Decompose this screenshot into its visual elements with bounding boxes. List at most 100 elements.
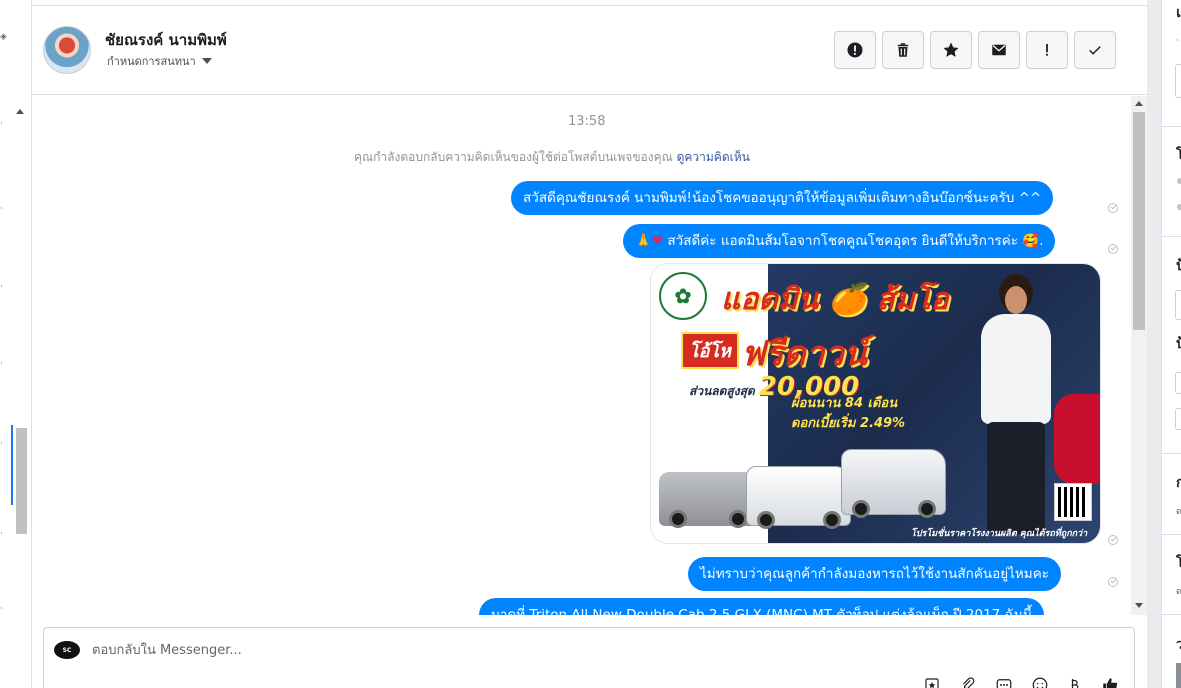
panel-section-heading: ก — [1176, 475, 1181, 491]
dealer-logo: ✿ — [659, 272, 707, 320]
panel-divider — [1162, 453, 1181, 454]
seen-icon — [1108, 203, 1118, 213]
like-icon — [1103, 678, 1118, 688]
panel-section-heading: โ — [1176, 147, 1181, 163]
thread-scrollbar[interactable] — [1131, 96, 1147, 615]
reply-context-notice: คุณกำลังตอบกลับความคิดเห็นของผู้ใช้ต่อโพ… — [354, 148, 750, 167]
payment-icon — [1071, 679, 1079, 688]
panel-text: · — [1176, 36, 1179, 46]
scroll-down-arrow[interactable] — [1135, 603, 1143, 608]
panel-section-heading: โ — [1176, 555, 1181, 571]
seen-icon — [1108, 244, 1118, 254]
layers-icon[interactable]: ◈ — [0, 33, 8, 42]
nav-marker-icon: · — [0, 204, 3, 214]
panel-gap — [1147, 0, 1161, 688]
alert-circle-icon — [847, 42, 863, 58]
panel-field[interactable] — [1175, 290, 1181, 320]
conversation-settings[interactable]: กำหนดการสนทนา — [107, 52, 212, 70]
panel-divider — [1162, 614, 1181, 615]
emoji-suffix: 🥰. — [1022, 233, 1044, 249]
check-icon — [1089, 46, 1101, 55]
reply-input[interactable] — [92, 639, 892, 661]
mark-unread-button[interactable] — [978, 31, 1020, 69]
panel-section-heading: ป้ — [1176, 258, 1181, 274]
panel-field[interactable] — [1175, 372, 1181, 394]
seen-icon — [1108, 577, 1118, 587]
conversation-settings-label: กำหนดการสนทนา — [107, 55, 196, 68]
trash-icon — [897, 43, 909, 57]
promo-interest: ดอกเบี้ยเริ่ม 2.49% — [791, 416, 906, 431]
panel-section-heading: แ — [1176, 5, 1181, 21]
follow-up-button[interactable] — [1026, 31, 1068, 69]
nav-marker-icon: · — [0, 359, 3, 369]
nav-marker-icon: · — [0, 439, 3, 449]
panel-field[interactable] — [1175, 408, 1181, 430]
panel-text: ด — [1176, 507, 1181, 517]
panel-text: ด — [1176, 587, 1181, 597]
qr-code — [1054, 483, 1092, 521]
message-bubble[interactable]: มาดูที่ Triton All New Double Cab 2.5 GL… — [479, 598, 1045, 615]
more-button[interactable] — [994, 675, 1014, 688]
scrollbar-thumb[interactable] — [1133, 112, 1145, 330]
promo-installment: ผ่อนนาน 84 เดือน — [791, 396, 898, 411]
reply-composer: SC — [43, 627, 1135, 688]
more-icon — [996, 679, 1012, 688]
avatar[interactable] — [43, 26, 91, 74]
contact-name[interactable]: ชัยณรงค์ นามพิมพ์ — [105, 28, 227, 52]
panel-field[interactable] — [1175, 64, 1181, 98]
promo-title: แอดมิน 🍊 ส้มโอ — [721, 282, 949, 317]
promo-footer: โปรโมชั่นราคาโรงงานผลิต คุณได้รถที่ถูกกว… — [911, 529, 1088, 539]
panel-divider — [1162, 236, 1181, 237]
mark-done-button[interactable] — [1074, 31, 1116, 69]
attachment-icon — [963, 677, 975, 688]
saved-reply-icon — [925, 678, 939, 688]
promo-person-illustration — [981, 274, 1051, 534]
discount-label: ส่วนลดสูงสุด — [689, 384, 755, 398]
notice-text: คุณกำลังตอบกลับความคิดเห็นของผู้ใช้ต่อโพ… — [354, 150, 673, 164]
panel-radio[interactable] — [1177, 178, 1181, 184]
list-scroll-up-arrow[interactable] — [16, 109, 24, 114]
conversation-pane: ชัยณรงค์ นามพิมพ์ กำหนดการสนทนา 13:58 คุ… — [32, 0, 1147, 688]
promo-image[interactable]: ✿ แอดมิน 🍊 ส้มโอ โอ้โห ฟรีดาวน์ ส่วนลดสู… — [650, 263, 1101, 544]
panel-section-heading: ป้ — [1176, 336, 1181, 352]
scroll-up-arrow[interactable] — [1135, 101, 1143, 106]
attachment-button[interactable] — [958, 675, 978, 688]
promo-badge: โอ้โห — [681, 332, 740, 369]
left-nav-strip: ◈ · · · · · · · — [0, 0, 32, 688]
nav-marker-icon: · — [0, 119, 3, 129]
spam-button[interactable] — [834, 31, 876, 69]
like-button[interactable] — [1100, 675, 1120, 688]
message-bubble[interactable]: 🙏❤ สวัสดีค่ะ แอดมินส้มโอจากโชคคูณโชคอุดร… — [623, 224, 1056, 258]
star-button[interactable] — [930, 31, 972, 69]
envelope-icon — [992, 44, 1006, 56]
delete-button[interactable] — [882, 31, 924, 69]
message-thread: 13:58 คุณกำลังตอบกลับความคิดเห็นของผู้ใช… — [32, 96, 1147, 615]
panel-section-heading: ว — [1176, 637, 1181, 653]
nav-marker-icon: · — [0, 604, 3, 614]
panel-thumbnail[interactable] — [1176, 663, 1181, 688]
view-comment-link[interactable]: ดูความคิดเห็น — [677, 150, 750, 164]
selected-conversation-indicator — [11, 425, 13, 505]
payment-button[interactable] — [1064, 675, 1084, 688]
message-bubble[interactable]: ไม่ทราบว่าคุณลูกค้ากำลังมองหารถไว้ใช้งาน… — [688, 557, 1061, 591]
nav-marker-icon: · — [0, 282, 3, 292]
emoji-prefix: 🙏❤ — [635, 233, 664, 249]
caret-down-icon — [201, 58, 212, 64]
car-illustration — [659, 472, 759, 528]
car-illustration — [841, 449, 946, 518]
promo-seat — [1054, 394, 1100, 484]
message-timestamp: 13:58 — [568, 114, 606, 129]
message-bubble[interactable]: สวัสดีคุณชัยณรงค์ นามพิมพ์!น้องโชคขออนุญ… — [511, 181, 1054, 215]
star-icon — [943, 42, 959, 57]
panel-divider — [1162, 534, 1181, 535]
emoji-button[interactable] — [1030, 675, 1050, 688]
page-avatar: SC — [54, 641, 80, 659]
conversation-header: ชัยณรงค์ นามพิมพ์ กำหนดการสนทนา — [32, 6, 1147, 95]
panel-radio[interactable] — [1177, 204, 1181, 210]
list-scrollbar-thumb[interactable] — [16, 428, 27, 534]
emoji-icon — [1032, 677, 1048, 688]
car-illustration — [746, 466, 851, 529]
exclamation-icon — [1046, 44, 1048, 56]
saved-reply-button[interactable] — [922, 675, 942, 688]
nav-marker-icon: · — [0, 529, 3, 539]
